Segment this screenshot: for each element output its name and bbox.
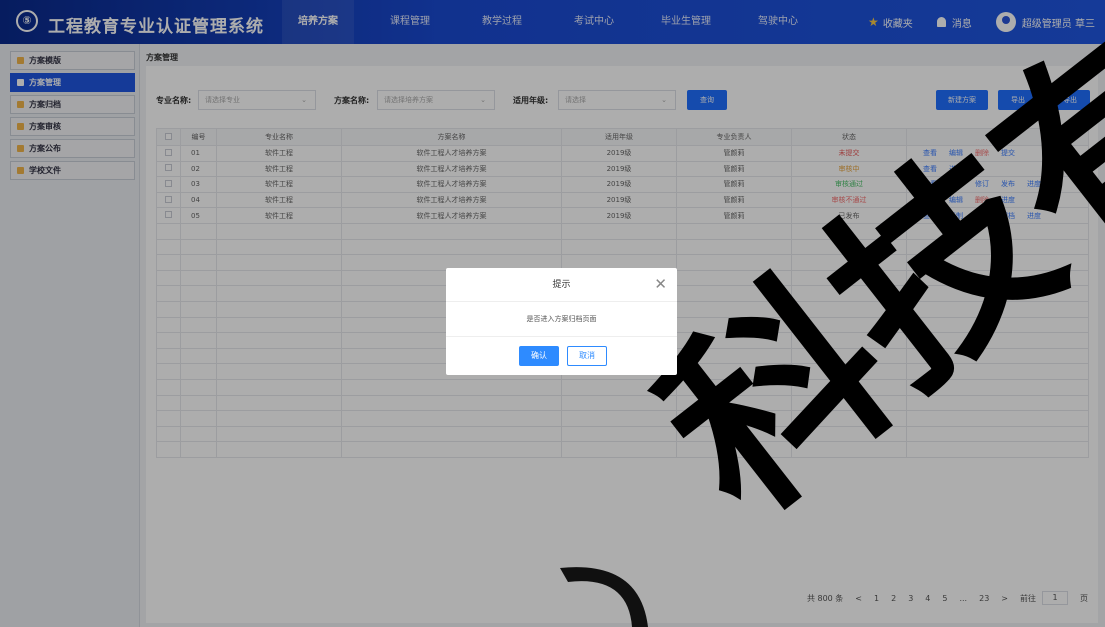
close-icon[interactable]: ✕ xyxy=(654,277,667,292)
confirm-dialog: 提示 ✕ 是否进入方案归档页面 确认 取消 xyxy=(446,268,677,375)
dialog-divider xyxy=(446,336,677,337)
confirm-button[interactable]: 确认 xyxy=(519,346,559,366)
dialog-message: 是否进入方案归档页面 xyxy=(526,315,597,323)
cancel-button[interactable]: 取消 xyxy=(567,346,607,366)
dialog-title: 提示 xyxy=(446,268,677,302)
